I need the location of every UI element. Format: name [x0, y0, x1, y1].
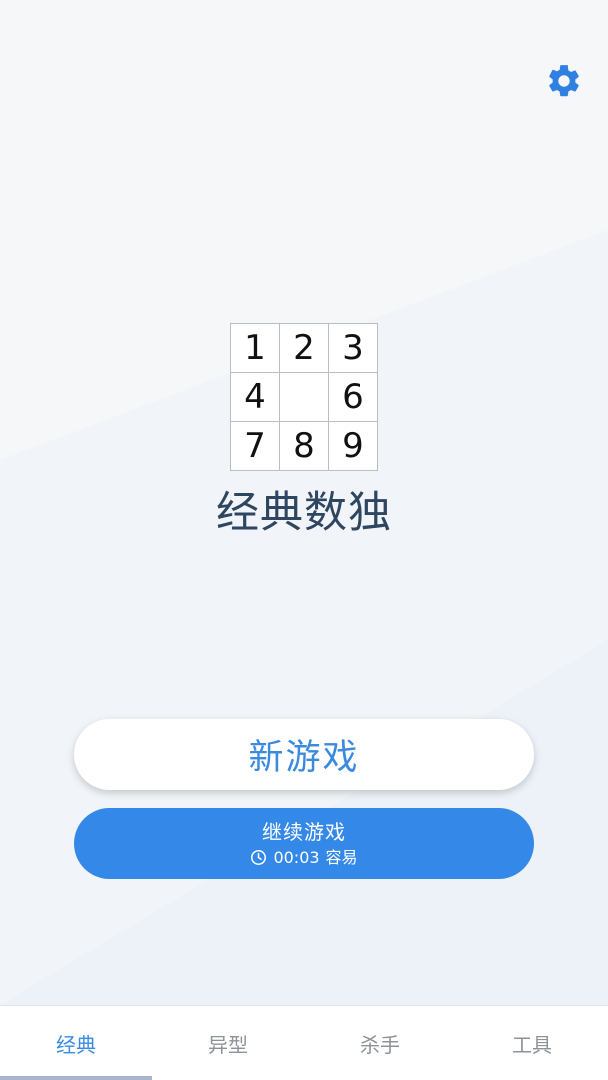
- difficulty-label: 容易: [325, 847, 358, 867]
- sudoku-logo-grid: 1 2 3 4 6 7 8 9: [230, 323, 378, 471]
- logo-cell: 3: [329, 324, 378, 373]
- active-tab-indicator: [0, 1076, 152, 1080]
- tab-label: 经典: [56, 1032, 96, 1057]
- tab-classic[interactable]: 经典: [0, 1006, 152, 1080]
- logo-cell: 2: [280, 324, 329, 373]
- settings-button[interactable]: [544, 61, 584, 101]
- elapsed-time: 00:03: [273, 847, 320, 867]
- tab-label: 工具: [512, 1032, 552, 1057]
- tab-label: 杀手: [360, 1032, 400, 1057]
- tab-irregular[interactable]: 异型: [152, 1006, 304, 1080]
- bottom-tab-bar: 经典 异型 杀手 工具: [0, 1005, 608, 1080]
- logo-cell: 8: [280, 422, 329, 471]
- logo-cell: 6: [329, 373, 378, 422]
- tab-killer[interactable]: 杀手: [304, 1006, 456, 1080]
- continue-game-label: 继续游戏: [262, 819, 346, 844]
- clock-icon: [250, 849, 267, 866]
- logo-cell-empty: [280, 373, 329, 422]
- tab-label: 异型: [208, 1032, 248, 1057]
- logo-cell: 7: [231, 422, 280, 471]
- gear-icon: [549, 65, 579, 97]
- new-game-button[interactable]: 新游戏: [74, 719, 534, 790]
- logo-cell: 1: [231, 324, 280, 373]
- continue-game-info: 00:03 容易: [250, 847, 358, 868]
- continue-game-button[interactable]: 继续游戏 00:03 容易: [74, 808, 534, 879]
- tab-tools[interactable]: 工具: [456, 1006, 608, 1080]
- logo-cell: 4: [231, 373, 280, 422]
- app-title: 经典数独: [216, 488, 392, 538]
- logo-cell: 9: [329, 422, 378, 471]
